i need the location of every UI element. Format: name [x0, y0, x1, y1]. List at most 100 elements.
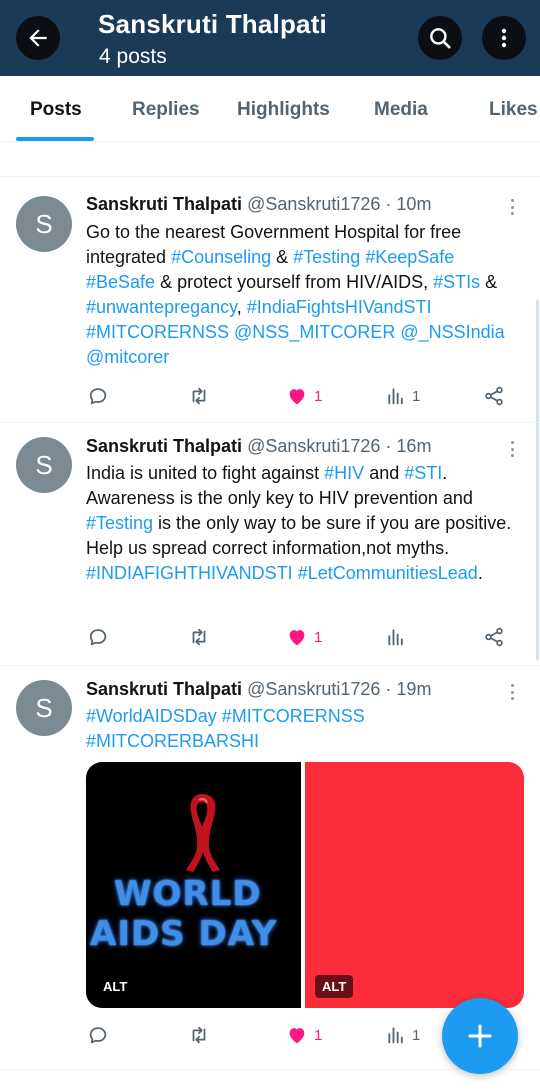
like-count: 1	[314, 1026, 323, 1044]
page-title: Sanskruti Thalpati	[98, 9, 327, 39]
more-vertical-icon	[501, 28, 507, 48]
timestamp: 10m	[396, 194, 432, 214]
tab-highlights[interactable]: Highlights	[237, 99, 330, 121]
hashtag-link[interactable]: #MITCORERNSS	[86, 322, 229, 342]
search-button[interactable]	[418, 16, 462, 60]
tweet-text: Go to the nearest Government Hospital fo…	[86, 222, 505, 367]
share-icon	[485, 386, 503, 406]
views-icon	[388, 388, 403, 405]
hashtag-link[interactable]: #Testing	[86, 513, 153, 533]
hashtag-link[interactable]: #INDIAFIGHTHIVANDSTI	[86, 563, 293, 583]
alt-badge[interactable]: ALT	[96, 975, 135, 998]
reply-icon	[89, 629, 107, 646]
tab-replies[interactable]: Replies	[132, 99, 200, 121]
red-image[interactable]: ALT	[305, 762, 524, 1008]
retweet-icon	[192, 628, 206, 646]
views-button[interactable]	[386, 622, 412, 652]
compose-button[interactable]	[442, 998, 518, 1074]
tweet-header: Sanskruti Thalpati @Sanskruti1726 · 16m	[86, 436, 431, 457]
view-count: 1	[412, 387, 421, 405]
avatar[interactable]: S	[16, 196, 72, 252]
share-button[interactable]	[483, 622, 505, 652]
tweet-more-button[interactable]	[504, 682, 520, 702]
timestamp: 16m	[396, 436, 432, 456]
author-handle[interactable]: @Sanskruti1726	[247, 679, 380, 699]
tweet-actions: 1	[0, 622, 540, 652]
tweet-text: India is united to fight against #HIV an…	[86, 463, 512, 583]
reply-button[interactable]	[87, 1020, 109, 1050]
heart-icon	[289, 389, 305, 405]
timestamp: 19m	[396, 679, 432, 699]
author-handle[interactable]: @Sanskruti1726	[247, 436, 380, 456]
mention-link[interactable]: @NSS_MITCORER	[234, 322, 395, 342]
red-ribbon-icon	[186, 794, 220, 872]
reply-icon	[89, 1027, 107, 1044]
hashtag-link[interactable]: #STI	[404, 463, 442, 483]
hashtag-link[interactable]: #Testing	[293, 247, 360, 267]
compose-plus-icon	[468, 1024, 492, 1048]
tweet-header: Sanskruti Thalpati @Sanskruti1726 · 10m	[86, 194, 431, 215]
separator: ·	[380, 194, 397, 214]
hashtag-link[interactable]: #IndiaFightsHIVandSTI	[247, 297, 432, 317]
reply-icon	[89, 388, 107, 405]
back-arrow-icon	[29, 29, 47, 47]
tweet[interactable]: S Sanskruti Thalpati @Sanskruti1726 · 16…	[0, 423, 540, 666]
reply-button[interactable]	[87, 381, 109, 411]
views-button[interactable]: 1	[386, 1020, 420, 1050]
hashtag-link[interactable]: #MITCORERBARSHI	[86, 731, 259, 751]
tweet-more-button[interactable]	[504, 439, 520, 459]
author-name[interactable]: Sanskruti Thalpati	[86, 679, 242, 699]
tab-media[interactable]: Media	[374, 99, 428, 121]
separator: ·	[380, 436, 397, 456]
author-handle[interactable]: @Sanskruti1726	[247, 194, 380, 214]
retweet-button[interactable]	[187, 622, 211, 652]
separator: ·	[380, 679, 397, 699]
avatar[interactable]: S	[16, 437, 72, 493]
search-icon	[430, 28, 451, 49]
retweet-button[interactable]	[187, 381, 211, 411]
tweet-header: Sanskruti Thalpati @Sanskruti1726 · 19m	[86, 679, 431, 700]
retweet-icon	[192, 387, 206, 405]
share-button[interactable]	[483, 381, 505, 411]
hashtag-link[interactable]: #HIV	[324, 463, 364, 483]
mention-link[interactable]: @mitcorer	[86, 347, 169, 367]
tweet-media[interactable]: WORLD AIDS DAY ALT ALT	[86, 762, 524, 1008]
hashtag-link[interactable]: #Counseling	[171, 247, 271, 267]
hashtag-link[interactable]: #KeepSafe	[365, 247, 454, 267]
like-button[interactable]: 1	[286, 381, 322, 411]
tweet[interactable]: S Sanskruti Thalpati @Sanskruti1726 · 10…	[0, 177, 540, 423]
hashtag-link[interactable]: #unwantepregancy	[86, 297, 237, 317]
heart-icon	[289, 1028, 305, 1044]
alt-badge[interactable]: ALT	[315, 975, 354, 998]
like-count: 1	[314, 628, 323, 646]
hashtag-link[interactable]: #WorldAIDSDay	[86, 706, 217, 726]
tweet-actions: 1 1	[0, 381, 540, 411]
profile-tabs: Posts Replies Highlights Media Likes	[0, 76, 540, 142]
tweet-more-button[interactable]	[504, 197, 520, 217]
hashtag-link[interactable]: #STIs	[433, 272, 480, 292]
hashtag-link[interactable]: #BeSafe	[86, 272, 155, 292]
author-name[interactable]: Sanskruti Thalpati	[86, 436, 242, 456]
tab-posts[interactable]: Posts	[30, 99, 82, 121]
world-aids-day-image[interactable]: WORLD AIDS DAY ALT	[86, 762, 301, 1008]
hashtag-link[interactable]: #MITCORERNSS	[222, 706, 365, 726]
share-icon	[485, 627, 503, 647]
avatar[interactable]: S	[16, 680, 72, 736]
views-button[interactable]: 1	[386, 381, 420, 411]
image-text-line2: AIDS DAY	[90, 914, 278, 954]
author-name[interactable]: Sanskruti Thalpati	[86, 194, 242, 214]
reply-button[interactable]	[87, 622, 109, 652]
retweet-button[interactable]	[187, 1020, 211, 1050]
views-icon	[388, 1027, 403, 1044]
retweet-icon	[192, 1026, 206, 1044]
hashtag-link[interactable]: #LetCommunitiesLead	[298, 563, 478, 583]
like-button[interactable]: 1	[286, 1020, 322, 1050]
like-button[interactable]: 1	[286, 622, 322, 652]
tab-likes[interactable]: Likes	[489, 99, 538, 121]
like-count: 1	[314, 387, 323, 405]
profile-header: Sanskruti Thalpati 4 posts	[0, 0, 540, 76]
back-button[interactable]	[16, 16, 60, 60]
tweet-text: #WorldAIDSDay #MITCORERNSS #MITCORERBARS…	[86, 704, 386, 754]
more-options-button[interactable]	[482, 16, 526, 60]
mention-link[interactable]: @_NSSIndia	[400, 322, 504, 342]
